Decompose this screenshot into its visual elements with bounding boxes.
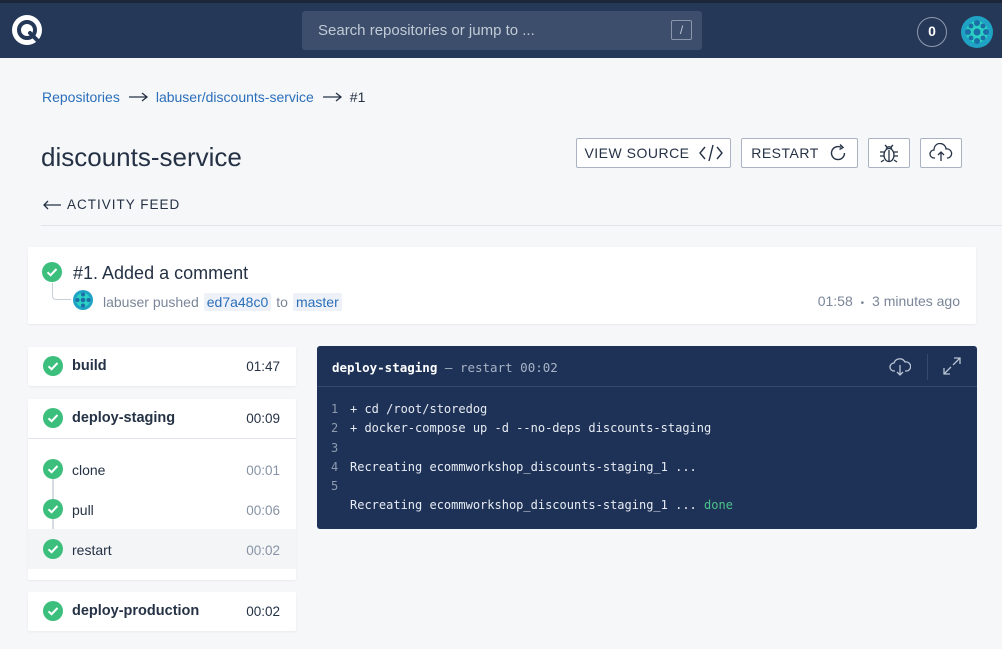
- success-check-icon: [43, 459, 63, 479]
- breadcrumb-repositories-link[interactable]: Repositories: [42, 89, 120, 105]
- deploy-button[interactable]: [920, 138, 962, 168]
- breadcrumb-repo-link[interactable]: labuser/discounts-service: [156, 89, 314, 105]
- arrow-left-icon: [43, 200, 61, 209]
- line-number: 1: [331, 402, 339, 416]
- page-title: discounts-service: [41, 142, 242, 172]
- line-text: + cd /root/storedog: [350, 402, 488, 416]
- job-steps: clone 00:01 pull 00:06 restart 00:02: [28, 438, 296, 569]
- commit-card: #1. Added a comment labuser pushed ed7a4…: [28, 247, 976, 324]
- arrow-right-icon: [128, 92, 148, 102]
- divider: [41, 225, 1002, 226]
- top-navbar: / 0: [0, 0, 1002, 58]
- branch-link[interactable]: master: [292, 293, 342, 311]
- activity-feed-label: ACTIVITY FEED: [67, 197, 181, 212]
- cloud-upload-icon: [929, 143, 953, 161]
- commit-title: #1. Added a comment: [73, 263, 249, 283]
- job-duration: 00:02: [246, 604, 280, 619]
- activity-feed-link[interactable]: ACTIVITY FEED: [43, 197, 180, 212]
- log-dash: —: [444, 360, 453, 375]
- job-duration: 01:47: [246, 359, 280, 374]
- bug-icon: [880, 144, 898, 163]
- done-status: done: [704, 498, 733, 513]
- job-duration: 00:09: [246, 411, 280, 426]
- author-avatar: [73, 290, 93, 310]
- line-text: Recreating ecommworkshop_discounts-stagi…: [350, 498, 705, 513]
- step-duration: 00:06: [246, 503, 280, 518]
- commit-sha-link[interactable]: ed7a48c0: [203, 293, 272, 311]
- success-check-icon: [43, 601, 63, 621]
- arrow-right-icon: [322, 92, 342, 102]
- log-step-name: restart: [459, 360, 513, 375]
- success-check-icon: [43, 356, 63, 376]
- download-log-icon[interactable]: [889, 357, 911, 377]
- app-logo-icon[interactable]: [11, 14, 43, 46]
- line-number: 5: [331, 479, 339, 494]
- debug-button[interactable]: [868, 138, 910, 168]
- success-check-icon: [43, 539, 63, 559]
- log-panel: deploy-staging — restart 00:02 1 + cd /ro…: [317, 346, 977, 529]
- notification-count-badge[interactable]: 0: [917, 17, 947, 47]
- breadcrumb-current: #1: [349, 89, 366, 105]
- step-duration: 00:02: [246, 543, 280, 558]
- job-name: deploy-production: [72, 603, 200, 619]
- line-number: 4: [331, 459, 339, 474]
- code-icon: [698, 144, 723, 162]
- tree-connector: [52, 283, 71, 300]
- log-header: deploy-staging — restart 00:02: [317, 346, 977, 387]
- refresh-icon: [830, 144, 845, 161]
- step-name: pull: [72, 502, 94, 518]
- commit-relative-time: 3 minutes ago: [872, 293, 960, 309]
- commit-preposition: to: [276, 294, 288, 310]
- job-name: build: [72, 358, 107, 374]
- line-text: + docker-compose up -d --no-deps discoun…: [350, 421, 712, 436]
- job-deploy-production[interactable]: deploy-production 00:02: [28, 592, 296, 631]
- step-name: restart: [72, 542, 112, 558]
- time-separator: •: [860, 298, 865, 309]
- step-duration: 00:01: [246, 463, 280, 478]
- view-source-label: VIEW SOURCE: [584, 145, 690, 161]
- line-text-wrap: Recreating ecommworkshop_discounts-stagi…: [350, 498, 733, 512]
- success-check-icon: [43, 408, 63, 428]
- breadcrumb: Repositories labuser/discounts-service #…: [42, 89, 365, 105]
- user-avatar[interactable]: [961, 16, 993, 48]
- step-name: clone: [72, 462, 106, 478]
- line-number: 2: [331, 421, 339, 436]
- success-check-icon: [42, 262, 62, 282]
- log-duration: 00:02: [520, 360, 558, 375]
- step-pull[interactable]: pull 00:06: [28, 489, 296, 539]
- commit-clock-time: 01:58: [817, 293, 853, 309]
- log-job-name: deploy-staging: [332, 360, 438, 375]
- commit-time: 01:58 • 3 minutes ago: [818, 293, 960, 309]
- line-number: 3: [331, 440, 339, 455]
- job-name: deploy-staging: [72, 410, 176, 426]
- view-source-button[interactable]: VIEW SOURCE: [576, 138, 731, 168]
- job-build[interactable]: build 01:47: [28, 347, 296, 386]
- commit-meta: labuser pushed ed7a48c0 to master: [103, 293, 347, 311]
- step-restart[interactable]: restart 00:02: [28, 529, 296, 569]
- job-deploy-staging[interactable]: deploy-staging 00:09 clone 00:01 pull 00…: [28, 399, 296, 580]
- restart-label: RESTART: [751, 145, 819, 161]
- divider: [927, 354, 928, 380]
- line-text: Recreating ecommworkshop_discounts-stagi…: [350, 459, 697, 474]
- expand-icon[interactable]: [943, 357, 961, 375]
- search-box[interactable]: /: [302, 11, 702, 50]
- search-input[interactable]: [302, 11, 702, 50]
- search-shortcut-key: /: [671, 20, 692, 40]
- restart-button[interactable]: RESTART: [741, 138, 858, 168]
- commit-action: pushed: [152, 294, 199, 310]
- step-clone[interactable]: clone 00:01: [28, 449, 296, 499]
- success-check-icon: [43, 499, 63, 519]
- commit-author: labuser: [103, 294, 149, 310]
- log-title: deploy-staging — restart 00:02: [332, 360, 558, 375]
